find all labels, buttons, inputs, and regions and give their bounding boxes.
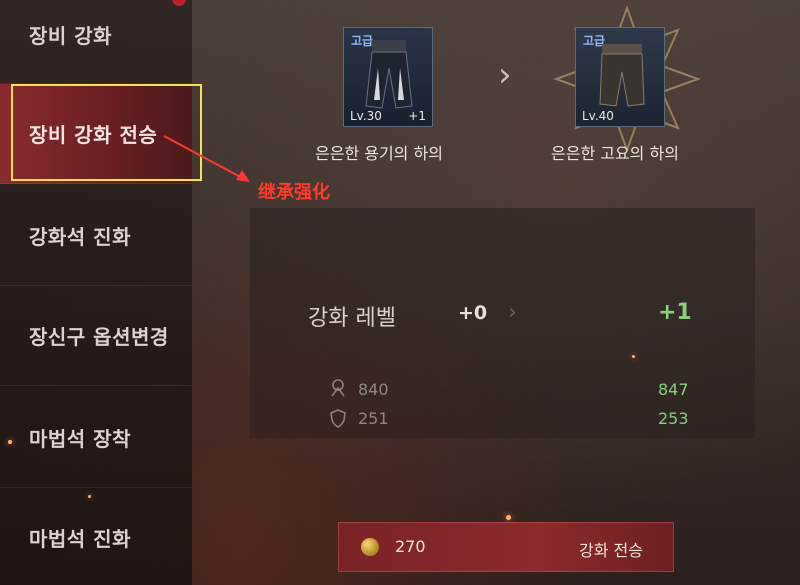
defense-new-value: 253 (658, 409, 689, 428)
sidebar-item-label: 장비 강화 (29, 24, 113, 48)
attack-old-value: 840 (358, 380, 389, 399)
sidebar-item-label: 마법석 진화 (29, 527, 131, 551)
target-item-slot[interactable]: 고급 Lv.40 (575, 27, 665, 127)
enhance-level-to: +1 (658, 300, 692, 325)
button-label: 강화 전승 (579, 541, 643, 560)
target-item-name: 은은한 고요의 하의 (551, 144, 679, 163)
sidebar-item-magic-stone-evolve[interactable]: 마법석 진화 (0, 488, 192, 585)
source-item-name: 은은한 용기의 하의 (315, 144, 443, 163)
item-level: Lv.30 (350, 109, 382, 123)
sidebar-item-stone-evolve[interactable]: 강화석 진화 (0, 186, 192, 286)
annotation-arrow-icon (163, 135, 250, 182)
source-item-slot[interactable]: 고급 Lv.30 +1 (343, 27, 433, 127)
attack-icon (331, 379, 345, 397)
sidebar-item-equipment-enhance[interactable]: 장비 강화 (0, 0, 192, 84)
item-enhance-level: +1 (408, 109, 426, 123)
chevron-right-icon: › (498, 55, 512, 95)
defense-icon (330, 409, 346, 428)
sidebar-item-label: 마법석 장착 (29, 427, 131, 451)
ember-particle (8, 440, 12, 444)
sidebar-item-accessory-option[interactable]: 장신구 옵션변경 (0, 286, 192, 386)
enhance-level-label: 강화 레벨 (308, 306, 396, 331)
ember-particle (506, 515, 511, 520)
gold-coin-icon (361, 538, 379, 556)
chevron-right-icon: › (508, 300, 517, 325)
annotation-label: 继承强化 (258, 182, 330, 203)
ember-particle (88, 495, 91, 498)
ember-particle (632, 355, 635, 358)
enhance-transfer-button[interactable]: 270 강화 전승 (338, 522, 674, 572)
sidebar-item-magic-stone-equip[interactable]: 마법석 장착 (0, 388, 192, 488)
attack-new-value: 847 (658, 380, 689, 399)
cost-value: 270 (395, 537, 426, 556)
defense-old-value: 251 (358, 409, 389, 428)
sidebar-item-label: 장신구 옵션변경 (29, 325, 169, 349)
item-level: Lv.40 (582, 109, 614, 123)
sidebar-item-label: 강화석 진화 (29, 225, 131, 249)
enhance-level-from: +0 (458, 302, 488, 324)
